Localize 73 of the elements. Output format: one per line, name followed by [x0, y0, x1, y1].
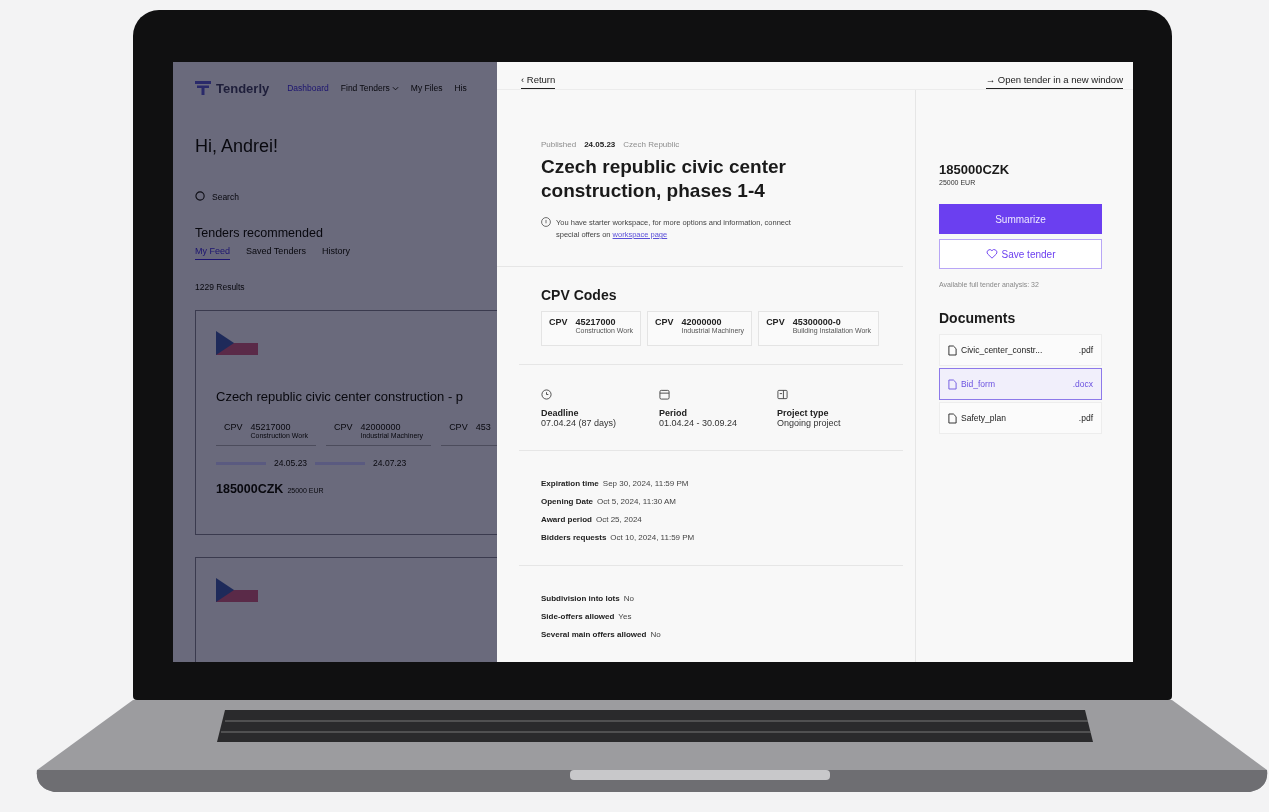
tender-price: 185000CZK [939, 162, 1011, 177]
fact-value: Ongoing project [777, 418, 842, 428]
section-heading: Documents [939, 310, 1017, 326]
cpv-number: 453 [475, 422, 491, 432]
cpv-label: CPV [224, 422, 243, 434]
lot-label: Side-offers allowed [541, 611, 615, 623]
cpv-label: CPV [333, 422, 353, 434]
search-icon [195, 191, 206, 202]
cpv-label: CPV [766, 317, 785, 329]
document-item[interactable]: Bid_form .docx [939, 368, 1102, 400]
fact-label: Project type [777, 408, 830, 418]
calendar-icon [659, 389, 670, 400]
date-label: Opening Date [541, 496, 593, 508]
nav-link[interactable]: Find Tenders [340, 83, 399, 93]
open-new-window-link[interactable]: → Open tender in a new window [985, 74, 1123, 89]
document-icon [948, 412, 957, 424]
panel-icon [777, 389, 788, 400]
lot-value: Yes [618, 611, 632, 623]
cpv-number: 45217000 [575, 317, 617, 327]
date-value: Oct 10, 2024, 11:59 PM [610, 532, 695, 544]
date-label: Bidders requests [541, 532, 607, 544]
nav-link[interactable]: His [454, 83, 467, 93]
document-item[interactable]: Safety_plan .pdf [939, 402, 1102, 434]
greeting-heading: Hi, Andrei! [195, 136, 280, 157]
date-value: Oct 25, 2024 [596, 514, 642, 526]
feed-tab[interactable]: History [321, 246, 350, 260]
tender-price: 185000CZK [216, 482, 284, 496]
cpv-number: 42000000 [681, 317, 723, 327]
clock-icon [541, 389, 552, 400]
fact-value: 01.04.24 - 30.09.24 [659, 418, 739, 428]
published-date: 24.05.23 [584, 140, 616, 149]
cpv-number: 45300000-0 [792, 317, 842, 327]
document-icon [948, 378, 957, 390]
fact-label: Deadline [541, 408, 579, 418]
date-value: Sep 30, 2024, 11:59 PM [602, 478, 689, 490]
cpv-label: CPV [549, 317, 568, 329]
tender-date: 24.07.23 [373, 458, 407, 468]
section-heading: Tenders recommended [195, 226, 324, 240]
save-tender-button[interactable]: Save tender [939, 239, 1102, 269]
lot-label: Subdivision into lots [541, 593, 620, 605]
summarize-button[interactable]: Summarize [939, 204, 1102, 234]
return-link[interactable]: ‹ Return [521, 74, 556, 89]
document-icon [948, 344, 957, 356]
results-count: 1229 Results [195, 282, 246, 292]
lot-value: No [623, 593, 634, 605]
info-icon [541, 217, 551, 227]
tender-title: Czech republic civic center construction - p [216, 389, 465, 404]
date-label: Award period [541, 514, 592, 526]
lot-value: No [650, 629, 661, 641]
cpv-number: 45217000 [250, 422, 292, 432]
brand-name: Tenderly [216, 80, 270, 96]
country: Czech Republic [623, 140, 680, 149]
fact-value: 07.04.24 (87 days) [541, 418, 618, 428]
search-field[interactable]: Search [212, 191, 302, 202]
date-label: Expiration time [541, 478, 599, 490]
feed-tab[interactable]: My Feed [195, 246, 230, 260]
cpv-label: CPV [654, 317, 674, 329]
chevron-down-icon [391, 85, 399, 91]
logo-icon [195, 81, 211, 95]
cpv-label: CPV [449, 422, 468, 434]
nav-link[interactable]: Dashboard [287, 83, 329, 93]
cpv-number: 42000000 [360, 422, 402, 432]
published-label: Published [541, 140, 577, 149]
tender-title: Czech republic civic center construction, phases 1-4 [541, 155, 787, 203]
date-value: Oct 5, 2024, 11:30 AM [597, 496, 677, 508]
section-heading: CPV Codes [541, 287, 618, 303]
tender-date: 24.05.23 [274, 458, 308, 468]
document-item[interactable]: Civic_center_constr... .pdf [939, 334, 1102, 366]
feed-tab[interactable]: Saved Tenders [246, 246, 306, 260]
heart-icon [985, 249, 998, 259]
nav-link[interactable]: My Files [410, 83, 443, 93]
fact-label: Period [659, 408, 688, 418]
lot-label: Several main offers allowed [541, 629, 647, 641]
